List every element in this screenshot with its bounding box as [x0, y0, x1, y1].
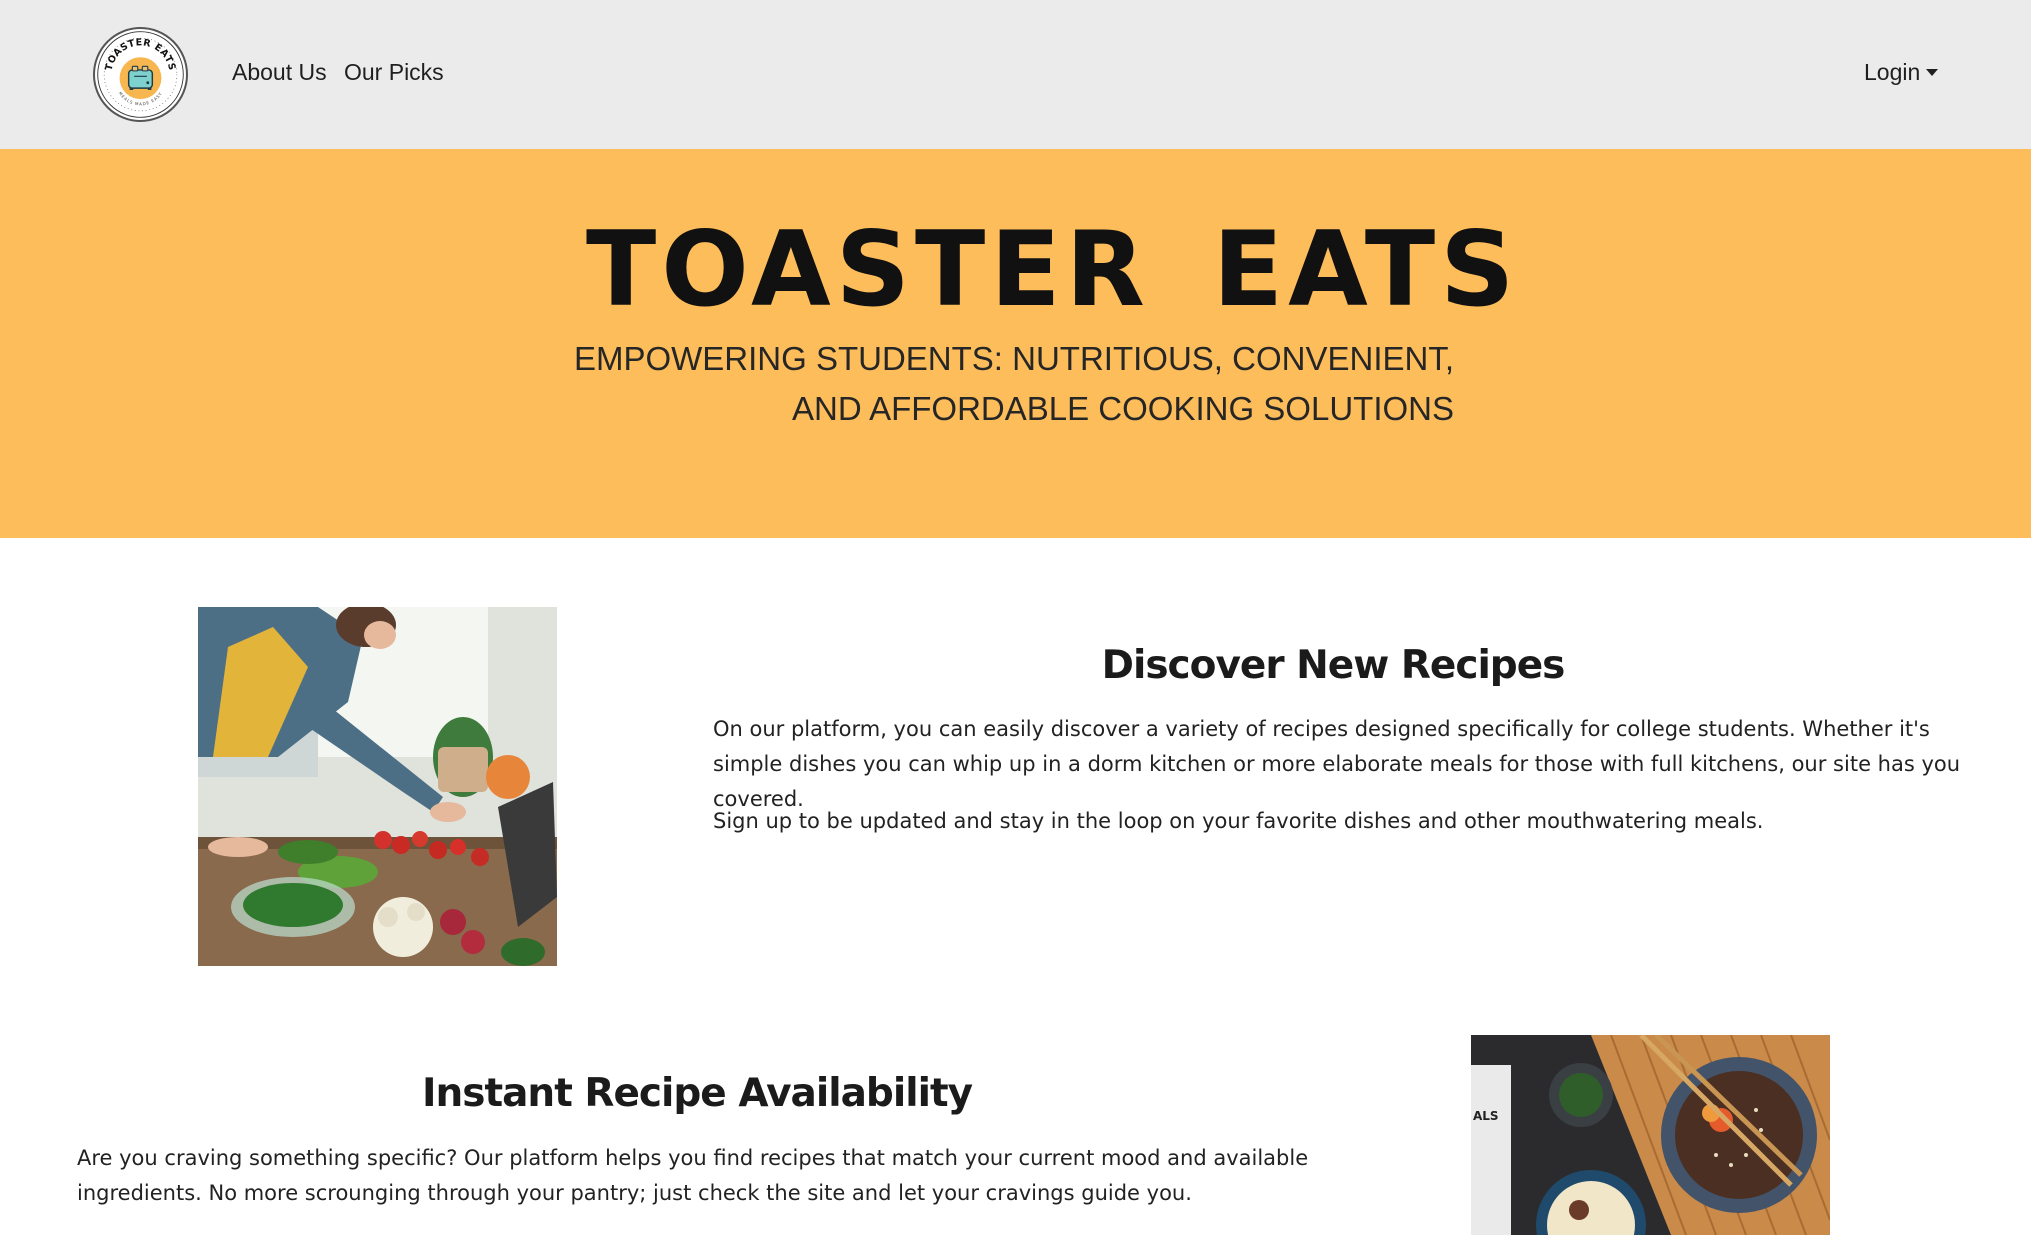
hero-subtitle: EMPOWERING STUDENTS: NUTRITIOUS, CONVENI… — [554, 334, 1454, 434]
section-heading-discover-recipes: Discover New Recipes — [1101, 643, 1566, 688]
section-paragraph: Are you craving something specific? Our … — [77, 1146, 1309, 1205]
nav-link-our-picks[interactable]: Our Picks — [344, 57, 444, 87]
section-paragraph: On our platform, you can easily discover… — [713, 717, 1961, 811]
toaster-logo-icon: TOASTER EATS MEALS MADE EASY — [97, 31, 184, 118]
hero-subtitle-line-2: AND AFFORDABLE COOKING SOLUTIONS — [792, 390, 1454, 427]
brand-logo[interactable]: TOASTER EATS MEALS MADE EASY — [93, 27, 188, 122]
nav-link-about-us[interactable]: About Us — [232, 57, 327, 87]
navbar: TOASTER EATS MEALS MADE EASY About Us Ou… — [0, 0, 2031, 149]
person-preparing-vegetables-image — [198, 607, 557, 966]
section-heading-instant-recipe-availability: Instant Recipe Availability — [421, 1071, 973, 1116]
hero-subtitle-line-1: EMPOWERING STUDENTS: NUTRITIOUS, CONVENI… — [573, 340, 1454, 377]
login-dropdown-toggle[interactable]: Login — [1864, 57, 1939, 87]
login-label: Login — [1864, 59, 1921, 85]
package-label: ALS — [1473, 1109, 1499, 1123]
hero-banner: TOASTER EATS EMPOWERING STUDENTS: NUTRIT… — [0, 149, 2031, 538]
hero-title: TOASTER EATS — [586, 210, 1520, 330]
caret-down-icon — [1926, 69, 1939, 76]
noodle-bowls-image: ALS — [1471, 1035, 1830, 1235]
section-paragraph: Sign up to be updated and stay in the lo… — [713, 809, 1764, 833]
